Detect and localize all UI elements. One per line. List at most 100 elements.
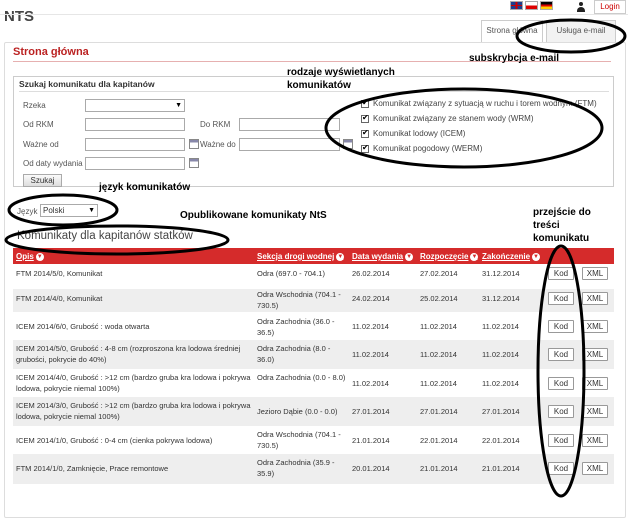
xml-button[interactable]: XML [582, 320, 608, 333]
row-issue-date: 27.01.2014 [352, 407, 390, 416]
checkbox[interactable] [361, 98, 369, 108]
calendar-icon[interactable] [189, 158, 199, 168]
tab-email-service[interactable]: Usługa e-mail [546, 20, 616, 42]
row-start: 21.01.2014 [420, 464, 458, 473]
row-issue-date: 26.02.2014 [352, 269, 390, 278]
issue-date-input[interactable] [85, 157, 185, 170]
row-end: 11.02.2014 [482, 379, 519, 388]
calendar-icon[interactable] [189, 139, 199, 149]
kod-button[interactable]: Kod [548, 405, 574, 418]
row-description: ICEM 2014/5/0, Grubość : 4-8 cm (rozpros… [16, 344, 241, 364]
from-rkm-input[interactable] [85, 118, 185, 131]
tab-home[interactable]: Strona główna [481, 20, 543, 42]
row-description: FTM 2014/5/0, Komunikat [16, 269, 103, 278]
sort-icon[interactable]: ▼ [35, 252, 44, 261]
row-section: Odra Zachodnia (36.0 - 36.5) [257, 317, 335, 337]
row-section: Odra Wschodnia (704.1 - 730.5) [257, 290, 341, 310]
river-label: Rzeka [23, 101, 46, 110]
annotation-published: Opublikowane komunikaty NtS [180, 210, 327, 221]
kod-button[interactable]: Kod [548, 377, 574, 390]
row-section: Odra Zachodnia (35.9 - 35.9) [257, 458, 335, 478]
topbar-divider [0, 14, 628, 15]
checkbox[interactable] [361, 113, 369, 123]
annotation-message-types: rodzaje wyświetlanych komunikatów [287, 67, 395, 91]
row-issue-date: 20.01.2014 [352, 464, 390, 473]
row-section: Jezioro Dąbie (0.0 - 0.0) [257, 407, 338, 416]
row-start: 22.01.2014 [420, 436, 458, 445]
kod-button[interactable]: Kod [548, 434, 574, 447]
xml-button[interactable]: XML [582, 434, 608, 447]
message-type-icem[interactable]: Komunikat lodowy (ICEM) [361, 128, 465, 138]
sort-icon[interactable]: ▼ [405, 252, 414, 261]
column-header-section[interactable]: Sekcja drogi wodnej ▼ [257, 252, 345, 261]
kod-button[interactable]: Kod [548, 267, 574, 280]
language-label: Język [17, 207, 38, 216]
sort-icon[interactable]: ▼ [470, 252, 479, 261]
row-description: ICEM 2014/4/0, Grubość : >12 cm (bardzo … [16, 373, 251, 393]
row-start: 27.01.2014 [420, 407, 458, 416]
column-header-issue-date[interactable]: Data wydania ▼ [352, 252, 414, 261]
to-rkm-input[interactable] [239, 118, 340, 131]
kod-button[interactable]: Kod [548, 320, 574, 333]
xml-button[interactable]: XML [582, 348, 608, 361]
app-title: NTS [4, 8, 34, 25]
row-section: Odra Zachodnia (8.0 - 36.0) [257, 344, 331, 364]
en-flag-icon[interactable] [510, 1, 523, 10]
row-section: Odra Zachodnia (0.0 - 8.0) [257, 373, 346, 382]
row-end: 31.12.2014 [482, 269, 520, 278]
row-section: Odra Wschodnia (704.1 - 730.5) [257, 430, 341, 450]
section-title: Komunikaty dla kapitanów statków [17, 230, 193, 242]
row-start: 27.02.2014 [420, 269, 458, 278]
xml-button[interactable]: XML [582, 377, 608, 390]
row-start: 11.02.2014 [420, 350, 457, 359]
pl-flag-icon[interactable] [525, 1, 538, 10]
valid-from-label: Ważne od [23, 140, 59, 149]
xml-button[interactable]: XML [582, 462, 608, 475]
de-flag-icon[interactable] [540, 1, 553, 10]
user-icon[interactable] [576, 2, 586, 12]
sort-icon[interactable]: ▼ [336, 252, 345, 261]
row-end: 11.02.2014 [482, 322, 519, 331]
column-header-description[interactable]: Opis ▼ [16, 252, 44, 261]
row-issue-date: 11.02.2014 [352, 350, 389, 359]
row-description: FTM 2014/4/0, Komunikat [16, 294, 103, 303]
checkbox[interactable] [361, 143, 369, 153]
search-button[interactable]: Szukaj [23, 174, 62, 187]
to-rkm-label: Do RKM [200, 120, 231, 129]
kod-button[interactable]: Kod [548, 292, 574, 305]
language-flags [510, 1, 553, 10]
xml-button[interactable]: XML [582, 292, 608, 305]
row-end: 31.12.2014 [482, 294, 520, 303]
row-end: 27.01.2014 [482, 407, 520, 416]
annotation-go-to: przejście do treści komunikatu [533, 207, 591, 244]
message-type-wrm[interactable]: Komunikat związany ze stanem wody (WRM) [361, 113, 534, 123]
valid-to-label: Ważne do [200, 140, 236, 149]
search-panel [13, 76, 614, 187]
xml-button[interactable]: XML [582, 267, 608, 280]
kod-button[interactable]: Kod [548, 348, 574, 361]
row-issue-date: 11.02.2014 [352, 379, 389, 388]
sort-icon[interactable]: ▼ [532, 252, 541, 261]
checkbox[interactable] [361, 128, 369, 138]
column-header-start[interactable]: Rozpoczęcie ▼ [420, 252, 479, 261]
issue-date-label: Od daty wydania [23, 159, 83, 168]
row-end: 22.01.2014 [482, 436, 520, 445]
message-type-ftm[interactable]: Komunikat związany z sytuacją w ruchu i … [361, 98, 597, 108]
annotation-subscription: subskrybcja e-mail [469, 53, 560, 64]
kod-button[interactable]: Kod [548, 462, 574, 475]
column-header-end[interactable]: Zakończenie ▼ [482, 252, 541, 261]
login-button[interactable]: Login [594, 0, 626, 14]
river-select[interactable]: ▼ [85, 99, 185, 112]
row-issue-date: 21.01.2014 [352, 436, 390, 445]
calendar-icon[interactable] [343, 139, 353, 149]
from-rkm-label: Od RKM [23, 120, 54, 129]
row-end: 21.01.2014 [482, 464, 520, 473]
valid-from-input[interactable] [85, 138, 185, 151]
valid-to-input[interactable] [239, 138, 340, 151]
message-type-werm[interactable]: Komunikat pogodowy (WERM) [361, 143, 482, 153]
language-select[interactable]: Polski ▼ [40, 204, 98, 217]
row-end: 11.02.2014 [482, 350, 519, 359]
xml-button[interactable]: XML [582, 405, 608, 418]
row-start: 11.02.2014 [420, 379, 457, 388]
chevron-down-icon: ▼ [88, 207, 95, 214]
